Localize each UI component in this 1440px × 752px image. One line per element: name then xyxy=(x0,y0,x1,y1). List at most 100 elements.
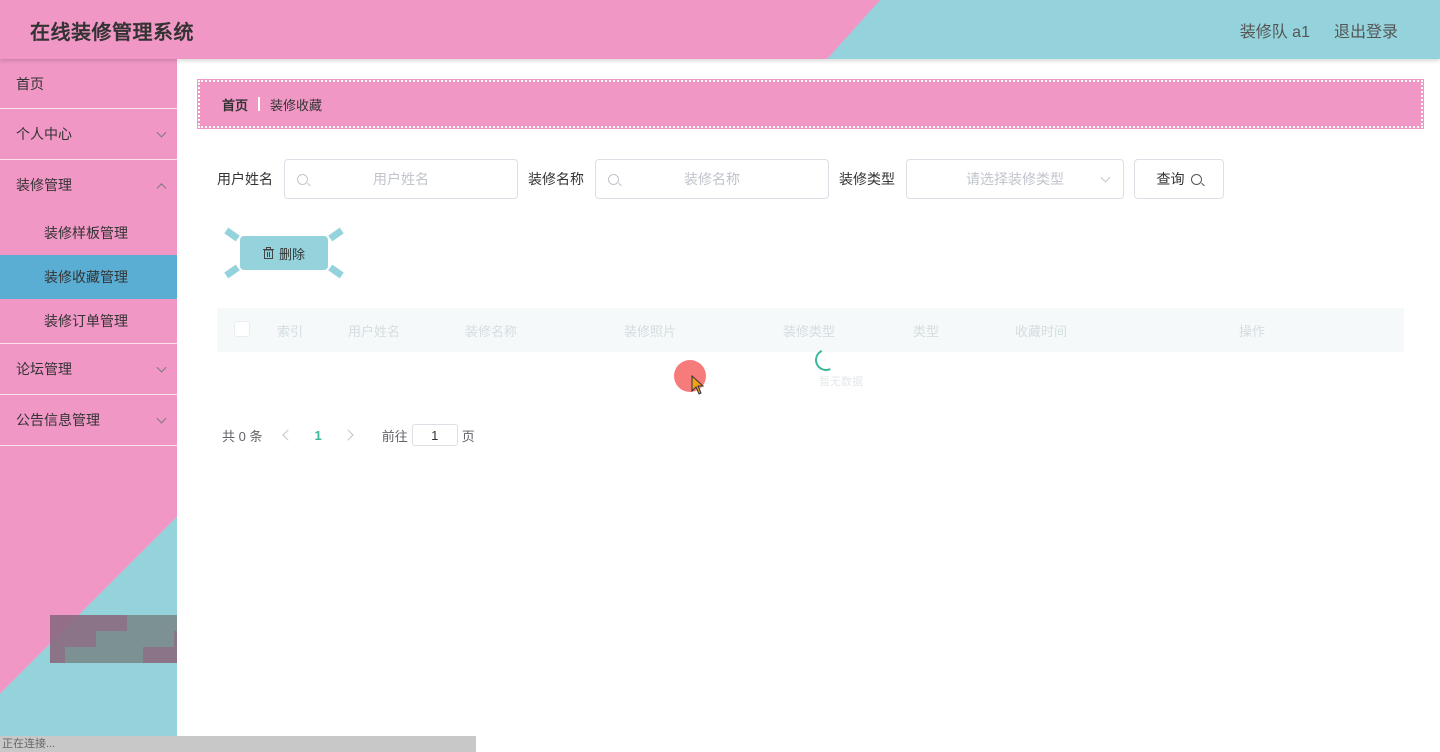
query-button-label: 查询 xyxy=(1156,171,1185,187)
mouse-cursor-icon xyxy=(691,375,705,395)
decoration-name-input-wrap xyxy=(595,159,829,199)
favorites-table-header: 索引 用户姓名 装修名称 装修照片 装修类型 类型 收藏时间 操作 xyxy=(217,308,1404,352)
column-header: 装修照片 xyxy=(624,324,677,339)
table-loading: 暂无数据 xyxy=(789,345,863,389)
redaction-pixel xyxy=(80,631,97,647)
redaction-pixel xyxy=(142,631,159,647)
redaction-pixel xyxy=(111,647,128,663)
redaction-pixel xyxy=(96,647,112,663)
redaction-pixel xyxy=(111,631,128,647)
chevron-down-icon xyxy=(1100,172,1111,183)
column-header: 用户姓名 xyxy=(348,324,401,339)
search-icon xyxy=(297,174,308,185)
delete-button[interactable]: 删除 xyxy=(240,236,328,270)
redaction-pixel xyxy=(158,647,174,663)
breadcrumb-separator xyxy=(258,97,261,111)
pagination-page-suffix: 页 xyxy=(461,428,475,444)
decor-corner xyxy=(328,227,344,242)
redaction-pixel xyxy=(111,615,128,631)
redaction-pixel xyxy=(158,615,174,631)
column-header: 操作 xyxy=(1239,324,1266,339)
chevron-left-icon[interactable] xyxy=(282,429,295,441)
logout-link[interactable]: 退出登录 xyxy=(1334,18,1398,42)
search-icon xyxy=(608,174,619,185)
username-input-wrap xyxy=(284,159,518,199)
select-all-checkbox[interactable] xyxy=(234,321,250,337)
sidebar-item-label: 个人中心 xyxy=(16,126,72,142)
redaction-pixel xyxy=(127,615,143,631)
sidebar-item-label: 装修管理 xyxy=(16,177,72,193)
sidebar-item-order-management[interactable]: 装修订单管理 xyxy=(0,299,177,343)
redaction-pixel xyxy=(96,615,112,631)
decoration-type-select[interactable]: 请选择装修类型 xyxy=(906,159,1124,199)
decoration-name-input[interactable] xyxy=(596,160,828,198)
user-label: 装修队 a1 xyxy=(1239,24,1310,41)
header-user-area: 装修队 a1 退出登录 xyxy=(1240,18,1398,42)
column-header: 类型 xyxy=(913,324,940,339)
main-content: 首页 装修收藏 用户姓名 装修名称 装修类型 请选择装修类型 查询 xyxy=(177,59,1440,752)
sidebar-item-label: 装修收藏管理 xyxy=(44,269,128,285)
decor-corner xyxy=(328,264,344,279)
breadcrumb: 首页 装修收藏 xyxy=(197,79,1424,129)
breadcrumb-home[interactable]: 首页 xyxy=(222,95,248,114)
search-form: 用户姓名 装修名称 装修类型 请选择装修类型 查询 xyxy=(217,159,1224,199)
redaction-pixel xyxy=(65,631,81,647)
column-header: 装修类型 xyxy=(783,324,836,339)
redaction-pixel xyxy=(80,647,97,663)
redaction-pixel xyxy=(127,647,143,663)
pagination: 共 0 条 1 前往 页 xyxy=(222,424,475,446)
redaction-pixel xyxy=(80,615,97,631)
loading-spinner-icon xyxy=(811,345,841,375)
column-header: 收藏时间 xyxy=(1015,324,1068,339)
sidebar-item-home[interactable]: 首页 xyxy=(0,59,177,109)
decoration-type-placeholder: 请选择装修类型 xyxy=(966,171,1064,187)
sidebar-item-favorites-management[interactable]: 装修收藏管理 xyxy=(0,255,177,299)
redaction-pixel xyxy=(50,647,66,663)
redaction-pixel xyxy=(158,631,174,647)
sidebar-item-decoration-management[interactable]: 装修管理 xyxy=(0,160,177,211)
username-input[interactable] xyxy=(285,160,517,198)
sidebar-submenu-decoration: 装修样板管理 装修收藏管理 装修订单管理 xyxy=(0,211,177,344)
decor-corner xyxy=(224,227,240,242)
pagination-total: 共 0 条 xyxy=(222,428,263,444)
chevron-down-icon xyxy=(156,413,167,424)
username-label: 用户姓名 xyxy=(217,171,273,187)
chevron-right-icon[interactable] xyxy=(342,429,354,441)
redaction-pixel xyxy=(65,615,81,631)
trash-icon xyxy=(262,247,274,259)
query-button[interactable]: 查询 xyxy=(1134,159,1224,199)
redaction-pixel xyxy=(142,615,159,631)
pagination-goto-input[interactable] xyxy=(411,424,458,446)
sidebar-item-label: 公告信息管理 xyxy=(16,412,100,428)
decoration-type-label: 装修类型 xyxy=(839,171,895,187)
sidebar-item-label: 装修样板管理 xyxy=(44,225,128,241)
app-title: 在线装修管理系统 xyxy=(30,22,194,44)
redaction-pixel xyxy=(96,631,112,647)
loading-text: 暂无数据 xyxy=(819,376,863,388)
decoration-name-label: 装修名称 xyxy=(528,171,584,187)
breadcrumb-current: 装修收藏 xyxy=(270,97,323,113)
top-header: 在线装修管理系统 装修队 a1 退出登录 xyxy=(0,0,1440,59)
sidebar-item-label: 首页 xyxy=(16,76,44,92)
sidebar-item-template-management[interactable]: 装修样板管理 xyxy=(0,211,177,255)
search-icon xyxy=(1190,173,1202,185)
pagination-page-current[interactable]: 1 xyxy=(314,428,321,443)
column-header: 索引 xyxy=(277,324,304,339)
redaction-pixel xyxy=(65,647,81,663)
sidebar: 首页 个人中心 装修管理 装修样板管理 装修收藏管理 装修订单管理 论坛管理 公… xyxy=(0,59,177,752)
pixelated-redaction xyxy=(50,615,177,663)
chevron-up-icon xyxy=(156,182,167,193)
sidebar-item-personal-center[interactable]: 个人中心 xyxy=(0,109,177,160)
sidebar-item-announcement-management[interactable]: 公告信息管理 xyxy=(0,395,177,446)
delete-button-wrap: 删除 xyxy=(224,227,344,279)
delete-button-label: 删除 xyxy=(278,246,305,262)
decor-corner xyxy=(224,264,240,279)
redaction-pixel xyxy=(50,615,66,631)
column-header: 装修名称 xyxy=(465,324,518,339)
redaction-pixel xyxy=(142,647,159,663)
pagination-goto-label: 前往 xyxy=(381,428,408,444)
chevron-down-icon xyxy=(156,362,167,373)
sidebar-item-label: 论坛管理 xyxy=(16,361,72,377)
sidebar-item-forum-management[interactable]: 论坛管理 xyxy=(0,344,177,395)
redaction-pixel xyxy=(50,631,66,647)
